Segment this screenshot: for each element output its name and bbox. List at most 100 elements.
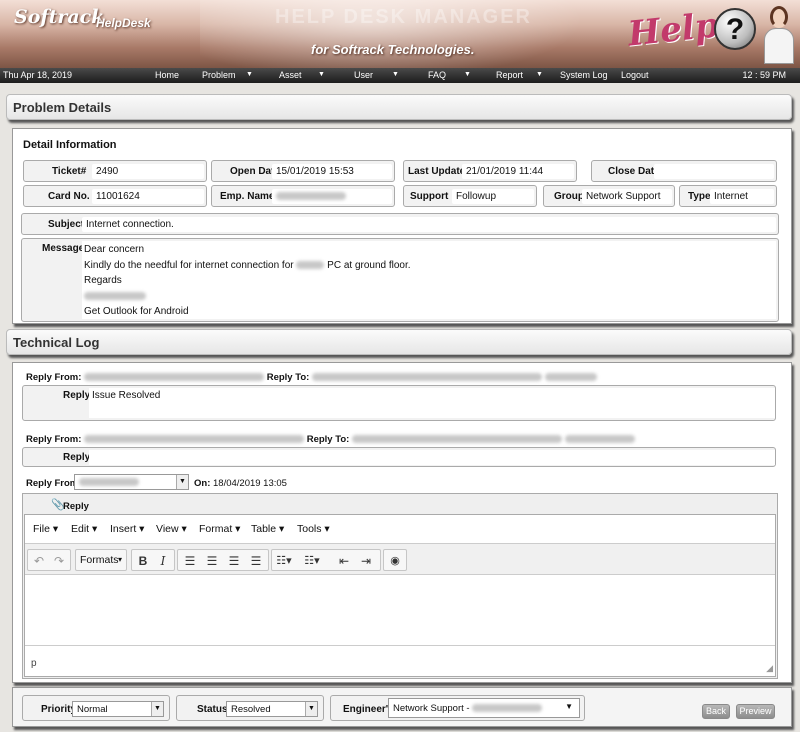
reply-to-label: Reply To: [306, 434, 350, 445]
engineers-select[interactable]: Network Support - ▼ [388, 698, 580, 718]
card-no-value: 11001624 [92, 189, 204, 204]
type-label: Type [688, 191, 711, 202]
chevron-down-icon[interactable]: ▼ [536, 71, 543, 78]
ticket-field: Ticket# 2490 [23, 160, 207, 182]
redo-icon[interactable]: ↷ [49, 553, 69, 569]
banner-watermark-title: HELP DESK MANAGER [275, 6, 532, 28]
nav-home[interactable]: Home [155, 70, 179, 80]
bullet-list-icon[interactable]: ☷▾ [274, 553, 294, 569]
nav-logout[interactable]: Logout [621, 70, 649, 80]
resize-handle-icon[interactable]: ◢ [766, 663, 773, 674]
menu-insert[interactable]: Insert ▾ [110, 523, 144, 535]
chevron-down-icon[interactable]: ▼ [246, 71, 253, 78]
back-button[interactable]: Back [702, 704, 730, 719]
nav-system-log[interactable]: System Log [560, 70, 608, 80]
preview-eye-icon[interactable]: ◉ [385, 553, 405, 569]
menu-tools-label[interactable]: Tools [297, 523, 322, 535]
nav-problem[interactable]: Problem [202, 70, 236, 80]
outdent-icon[interactable]: ⇤ [334, 553, 354, 569]
help-question-icon: ? [714, 8, 756, 50]
reply-from-label: Reply From: [26, 434, 82, 445]
chevron-down-icon[interactable]: ▼ [392, 71, 399, 78]
bold-icon[interactable]: B [133, 553, 153, 569]
compose-reply-label: Reply [63, 501, 89, 512]
message-line: Regards [84, 275, 122, 286]
menu-format-label[interactable]: Format [199, 523, 232, 535]
align-justify-icon[interactable]: ☰ [246, 553, 266, 569]
formats-label[interactable]: Formats [80, 554, 119, 566]
undo-icon[interactable]: ↶ [29, 553, 49, 569]
chevron-down-icon[interactable]: ▼ [565, 702, 573, 711]
last-updated-field: Last Updated 21/01/2019 11:44 [403, 160, 577, 182]
preview-button[interactable]: Preview [736, 704, 775, 719]
reply-from-select[interactable]: ▼ [74, 474, 189, 490]
chevron-down-icon[interactable]: ▼ [176, 475, 188, 489]
menu-edit-label[interactable]: Edit [71, 523, 89, 535]
message-label: Message [42, 243, 85, 254]
history-group: ↶ ↷ [27, 549, 71, 571]
nav-user[interactable]: User [354, 70, 373, 80]
engineers-value[interactable]: Network Support - [393, 703, 470, 714]
nav-faq[interactable]: FAQ [428, 70, 446, 80]
problem-details-header: Problem Details [6, 94, 792, 120]
chevron-down-icon[interactable]: ▼ [464, 71, 471, 78]
text-style-group: B I [131, 549, 175, 571]
support-value: Followup [452, 189, 534, 204]
close-date-label: Close Date [608, 166, 660, 177]
menu-view[interactable]: View ▾ [156, 523, 187, 535]
group-label: Group [554, 191, 584, 202]
on-value: 18/04/2019 13:05 [213, 478, 287, 489]
chevron-down-icon[interactable]: ▼ [151, 702, 163, 716]
status-value[interactable]: Resolved [231, 704, 271, 715]
close-date-field: Close Date [591, 160, 777, 182]
align-center-icon[interactable]: ☰ [202, 553, 222, 569]
align-left-icon[interactable]: ☰ [180, 553, 200, 569]
current-time: 12 : 59 PM [742, 70, 786, 80]
chevron-down-icon[interactable]: ▼ [305, 702, 317, 716]
editor-toolbar: ↶ ↷ Formats ▾ B I ☰ ☰ ☰ ☰ ☷▾ ☷▾ ⇤ ⇥ ◉ [25, 543, 775, 575]
editor-content-area[interactable] [25, 575, 775, 645]
open-date-field: Open Date 15/01/2019 15:53 [211, 160, 395, 182]
menu-format[interactable]: Format ▾ [199, 523, 240, 535]
status-select[interactable]: Resolved ▼ [226, 701, 318, 717]
priority-select[interactable]: Normal ▼ [72, 701, 164, 717]
open-date-value: 15/01/2019 15:53 [272, 164, 392, 179]
technical-log-header: Technical Log [6, 329, 792, 355]
chevron-down-icon[interactable]: ▾ [118, 555, 122, 564]
log-entry-2-reply: Reply [22, 447, 776, 467]
menu-insert-label[interactable]: Insert [110, 523, 136, 535]
emp-name-value [272, 189, 392, 204]
message-text: PC at ground floor. [327, 260, 411, 271]
italic-icon[interactable]: I [153, 553, 173, 569]
element-path: p [31, 658, 37, 669]
formats-dropdown[interactable]: Formats ▾ [75, 549, 127, 571]
align-right-icon[interactable]: ☰ [224, 553, 244, 569]
log-entry-1-header: Reply From: Reply To: [26, 372, 597, 383]
message-field: Message Dear concern Kindly do the needf… [21, 238, 779, 322]
menu-table[interactable]: Table ▾ [251, 523, 284, 535]
nav-report[interactable]: Report [496, 70, 523, 80]
nav-asset[interactable]: Asset [279, 70, 302, 80]
reply-label: Reply [63, 452, 91, 463]
menu-tools[interactable]: Tools ▾ [297, 523, 330, 535]
group-field: Group Network Support [543, 185, 675, 207]
menu-table-label[interactable]: Table [251, 523, 276, 535]
priority-value[interactable]: Normal [77, 704, 108, 715]
menu-file[interactable]: File ▾ [33, 523, 58, 535]
compose-on-date: On: 18/04/2019 13:05 [194, 478, 287, 489]
subject-field: Subject Internet connection. [21, 213, 779, 235]
rich-text-editor: File ▾ Edit ▾ Insert ▾ View ▾ Format ▾ T… [24, 514, 776, 677]
menu-file-label[interactable]: File [33, 523, 50, 535]
menu-view-label[interactable]: View [156, 523, 179, 535]
menu-edit[interactable]: Edit ▾ [71, 523, 97, 535]
numbered-list-icon[interactable]: ☷▾ [302, 553, 322, 569]
emp-name-field: Emp. Name [211, 185, 395, 207]
chevron-down-icon[interactable]: ▼ [318, 71, 325, 78]
indent-icon[interactable]: ⇥ [356, 553, 376, 569]
emp-name-label: Emp. Name [220, 191, 275, 202]
engineers-label: Engineer's [343, 704, 394, 715]
app-logo: Softrack [14, 6, 105, 28]
ticket-label: Ticket# [52, 166, 87, 177]
nav-problem-label[interactable]: Problem [202, 70, 236, 80]
card-no-field: Card No. 11001624 [23, 185, 207, 207]
